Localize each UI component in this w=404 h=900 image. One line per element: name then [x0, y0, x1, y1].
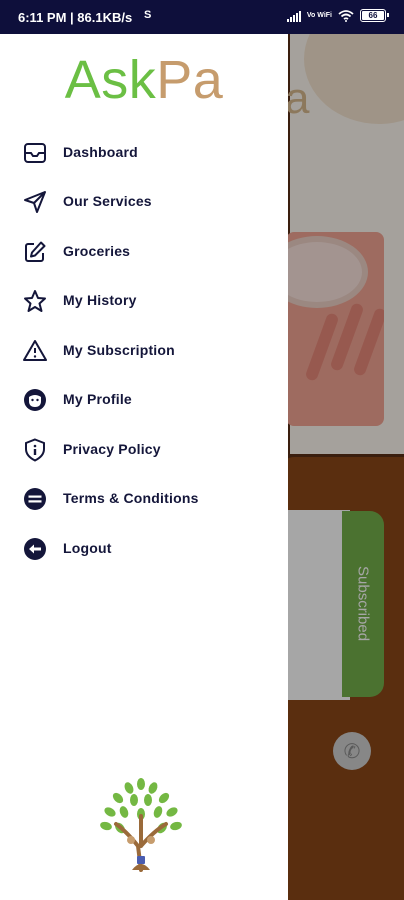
- logout-arrow-icon: [22, 536, 48, 562]
- menu-item-groceries[interactable]: Groceries: [0, 229, 288, 275]
- status-time-speed: 6:11 PM | 86.1KB/s: [18, 10, 133, 25]
- data-saver-icon: S: [144, 9, 152, 21]
- app-logo-text: AskPa: [64, 50, 224, 110]
- edit-icon: [22, 239, 48, 265]
- menu-item-dashboard[interactable]: Dashboard: [0, 130, 288, 176]
- status-bar: 6:11 PM | 86.1KB/s S Vo WiFi 66: [0, 0, 404, 34]
- inbox-icon: [22, 140, 48, 166]
- menu-item-logout[interactable]: Logout: [0, 526, 288, 572]
- battery-icon: 66: [360, 9, 389, 22]
- minus-circle-icon: [22, 486, 48, 512]
- shield-info-icon: [22, 437, 48, 463]
- menu-item-privacy-policy[interactable]: Privacy Policy: [0, 427, 288, 473]
- vowifi-label: Vo WiFi: [306, 12, 332, 19]
- wifi-icon: [338, 9, 354, 22]
- menu-item-terms-conditions[interactable]: Terms & Conditions: [0, 476, 288, 522]
- menu-item-my-profile[interactable]: My Profile: [0, 377, 288, 423]
- battery-level: 66: [368, 11, 378, 20]
- navigation-drawer: AskPa Dashboard Our Services Groceries M…: [0, 34, 288, 900]
- signal-icon: [286, 10, 301, 22]
- menu-item-my-history[interactable]: My History: [0, 278, 288, 324]
- tree-logo: [96, 776, 186, 872]
- send-icon: [22, 189, 48, 215]
- menu-item-my-subscription[interactable]: My Subscription: [0, 328, 288, 374]
- star-icon: [22, 288, 48, 314]
- profile-face-icon: [22, 387, 48, 413]
- warning-icon: [22, 338, 48, 364]
- menu-item-our-services[interactable]: Our Services: [0, 179, 288, 225]
